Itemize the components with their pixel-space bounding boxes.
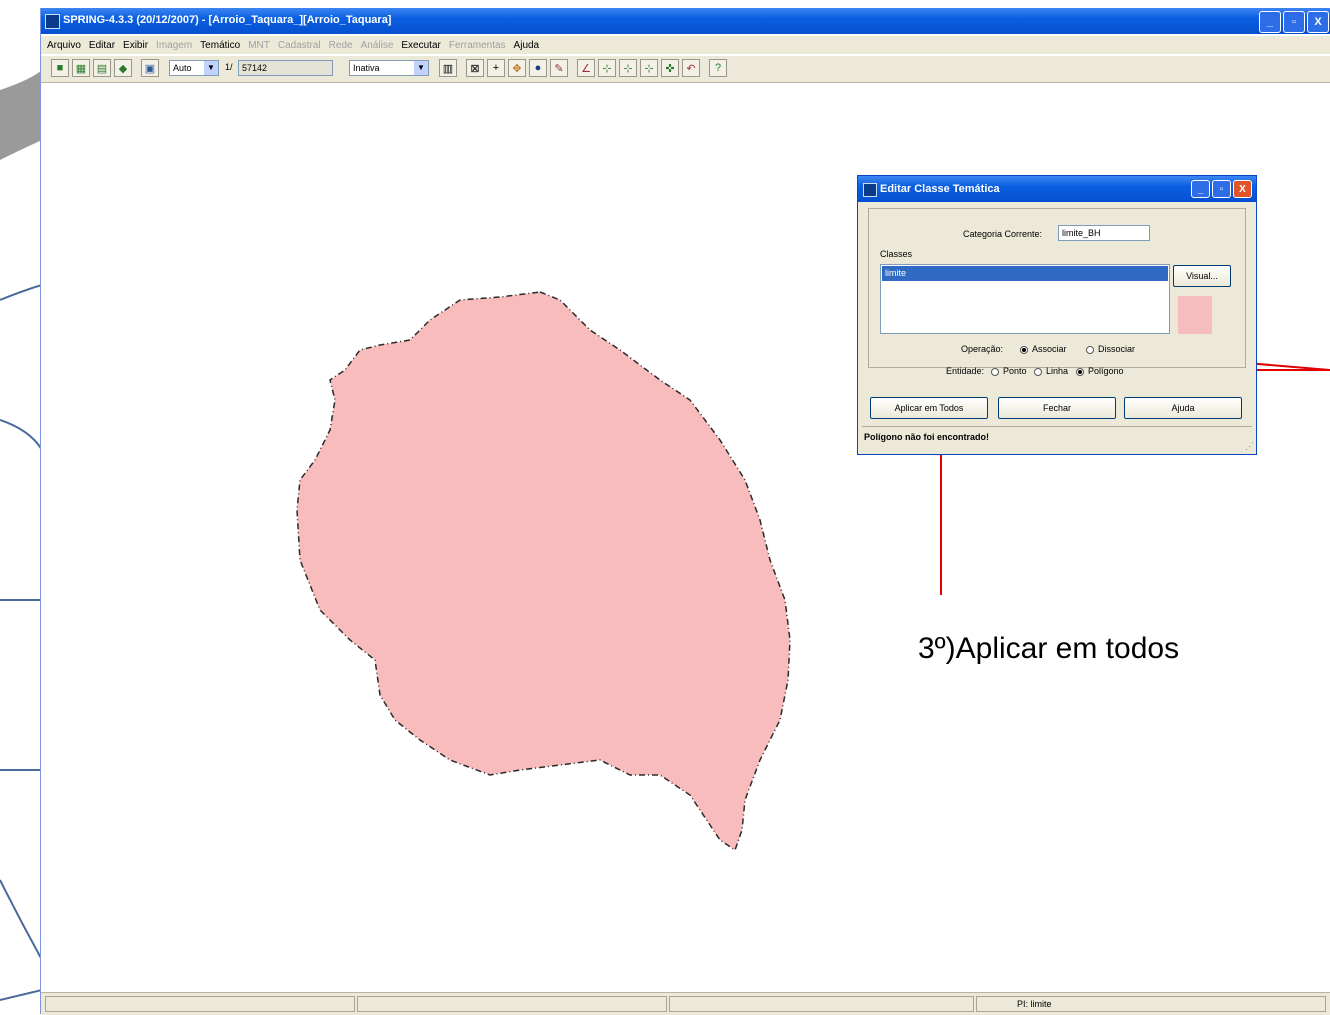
linha-label: Linha (1046, 366, 1069, 376)
visual-button[interactable]: Visual... (1173, 265, 1231, 287)
entidade-label: Entidade: (946, 366, 985, 376)
associar-label: Associar (1032, 344, 1067, 354)
edit-thematic-class-dialog: Editar Classe Temática _ ▫ X Categoria C… (857, 175, 1257, 455)
classes-list[interactable]: limite (880, 264, 1170, 334)
class-color-swatch (1178, 296, 1212, 334)
associar-radio[interactable] (1020, 346, 1028, 354)
dialog-maximize-button[interactable]: ▫ (1212, 180, 1231, 198)
dialog-minimize-button[interactable]: _ (1191, 180, 1210, 198)
ponto-label: Ponto (1003, 366, 1027, 376)
basin-polygon[interactable] (296, 291, 791, 852)
list-item-selected[interactable]: limite (882, 266, 1168, 281)
close-dialog-button[interactable]: Fechar (998, 397, 1116, 419)
desassociar-radio[interactable] (1086, 346, 1094, 354)
operacao-label: Operação: (961, 344, 1004, 354)
classes-label: Classes (880, 249, 913, 259)
poligono-label: Polígono (1088, 366, 1124, 376)
linha-radio[interactable] (1034, 368, 1042, 376)
annotation-text: 3º)Aplicar em todos (918, 632, 1180, 665)
desassociar-label: Dissociar (1098, 344, 1136, 354)
dialog-icon (863, 183, 877, 197)
dialog-separator (862, 426, 1252, 427)
help-button[interactable]: Ajuda (1124, 397, 1242, 419)
dialog-title-bar[interactable]: Editar Classe Temática _ ▫ X (858, 176, 1256, 202)
categoria-label: Categoria Corrente: (963, 229, 1043, 239)
categoria-field[interactable]: limite_BH (1058, 225, 1150, 241)
dialog-close-button[interactable]: X (1233, 180, 1252, 198)
poligono-radio[interactable] (1076, 368, 1084, 376)
map-overlay (296, 291, 1330, 852)
ponto-radio[interactable] (991, 368, 999, 376)
apply-all-button[interactable]: Aplicar em Todos (870, 397, 988, 419)
dialog-controls: _ ▫ X (1191, 180, 1252, 198)
dialog-status-message: Polígono não foi encontrado! (864, 432, 989, 442)
resize-grip-icon[interactable]: ⋰ (1245, 441, 1254, 452)
dialog-title: Editar Classe Temática (880, 183, 1000, 195)
